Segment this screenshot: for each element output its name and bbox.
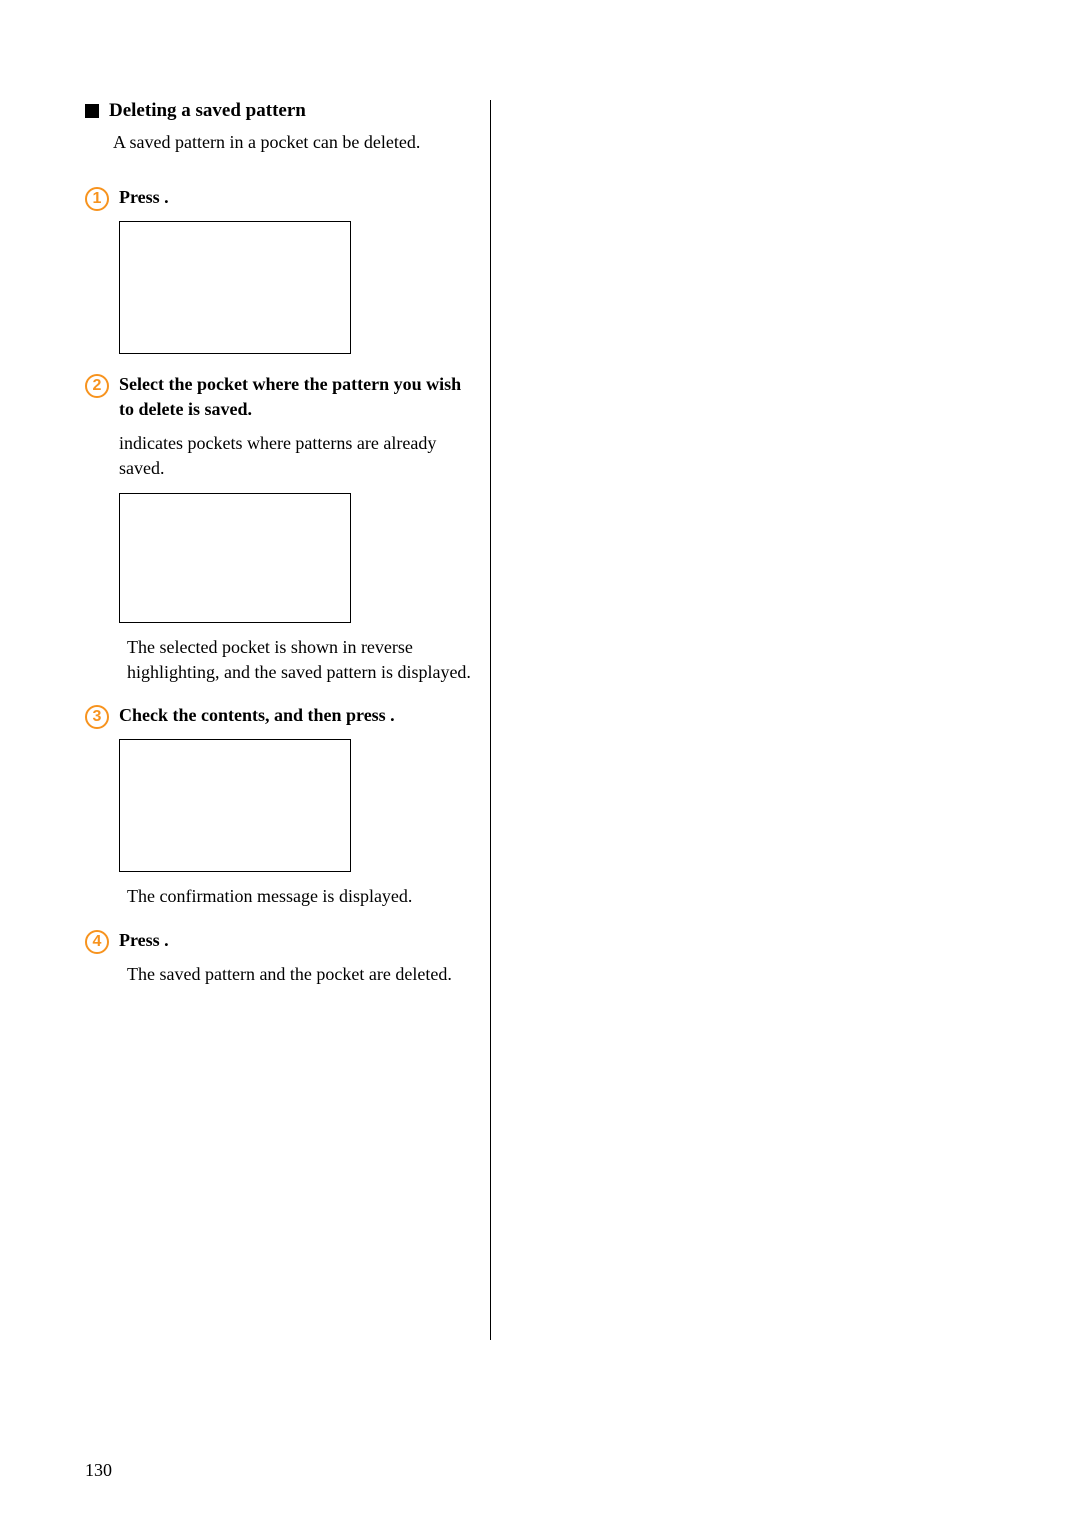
step-number-3: 3 (93, 708, 102, 726)
step-3-block: 3 Check the contents, and then press . T… (85, 703, 475, 909)
step-2-title: Select the pocket where the pattern you … (119, 372, 475, 422)
section-title: Deleting a saved pattern (109, 100, 306, 122)
section-description: A saved pattern in a pocket can be delet… (113, 130, 475, 155)
step-2-note: indicates pockets where patterns are alr… (119, 431, 475, 481)
step-number-4: 4 (93, 933, 102, 951)
page-number: 130 (85, 1460, 112, 1481)
step-3-content: Check the contents, and then press . (119, 703, 475, 728)
step-3: 3 Check the contents, and then press . (85, 703, 475, 729)
step-4-result-text: The saved pattern and the pocket are del… (127, 962, 452, 987)
step-2-block: 2 Select the pocket where the pattern yo… (85, 372, 475, 685)
step-1-content: Press . (119, 185, 475, 210)
content-wrapper: Deleting a saved pattern A saved pattern… (85, 100, 1010, 1486)
step-2-image-placeholder (119, 493, 351, 623)
step-1-image-placeholder (119, 221, 351, 354)
step-4-block: 4 Press . The saved pattern and the pock… (85, 928, 475, 987)
step-1-title: Press . (119, 185, 475, 210)
left-column: Deleting a saved pattern A saved pattern… (85, 100, 490, 1486)
step-1-block: 1 Press . (85, 185, 475, 354)
step-number-badge: 1 (85, 187, 109, 211)
step-2-content: Select the pocket where the pattern you … (119, 372, 475, 422)
step-number-badge: 3 (85, 705, 109, 729)
step-4-title: Press . (119, 928, 475, 953)
step-number-1: 1 (93, 190, 102, 208)
step-3-result-text: The confirmation message is displayed. (127, 884, 412, 909)
step-3-image-placeholder (119, 739, 351, 872)
step-2: 2 Select the pocket where the pattern yo… (85, 372, 475, 422)
step-3-result: The confirmation message is displayed. (119, 884, 475, 909)
step-4-result: The saved pattern and the pocket are del… (119, 962, 475, 987)
step-4-content: Press . (119, 928, 475, 953)
column-divider (490, 100, 491, 1340)
step-number-badge: 2 (85, 374, 109, 398)
step-number-2: 2 (93, 377, 102, 395)
section-header: Deleting a saved pattern (85, 100, 475, 122)
step-2-result: The selected pocket is shown in reverse … (119, 635, 475, 685)
step-2-result-text: The selected pocket is shown in reverse … (127, 635, 475, 685)
right-column (501, 100, 1010, 1486)
step-number-badge: 4 (85, 930, 109, 954)
step-1: 1 Press . (85, 185, 475, 211)
step-4: 4 Press . (85, 928, 475, 954)
step-3-title: Check the contents, and then press . (119, 703, 475, 728)
square-bullet-icon (85, 104, 99, 118)
